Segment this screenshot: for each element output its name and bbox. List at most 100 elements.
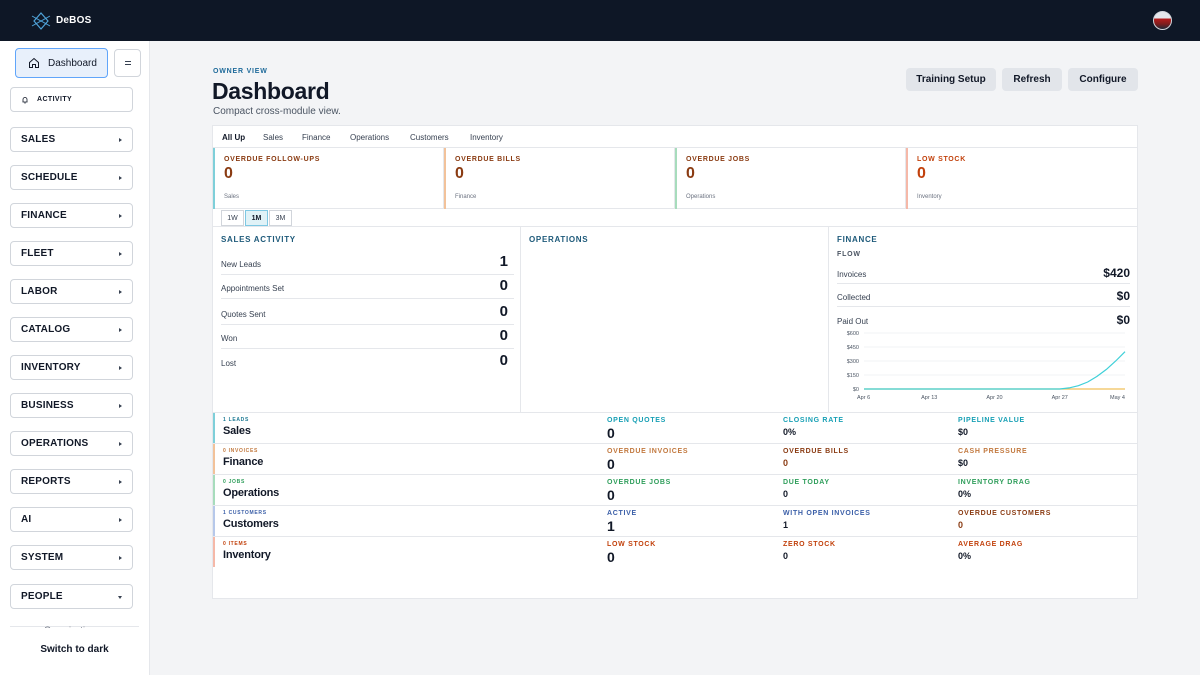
module-count: 0 JOBS bbox=[223, 479, 245, 485]
sidebar-item-fleet[interactable]: FLEET bbox=[10, 241, 133, 266]
sidebar-item-label: OPERATIONS bbox=[21, 438, 89, 449]
sidebar-item-label: FLEET bbox=[21, 248, 54, 259]
list-item: Appointments Set 0 bbox=[221, 275, 514, 299]
kpi-module: Inventory bbox=[917, 194, 942, 200]
sidebar-item-finance[interactable]: FINANCE bbox=[10, 203, 133, 228]
sidebar-item-labor[interactable]: LABOR bbox=[10, 279, 133, 304]
table-row[interactable]: 0 INVOICES Finance OVERDUE INVOICES 0 OVE… bbox=[213, 444, 1137, 475]
dashboard-panel: All Up Sales Finance Operations Customer… bbox=[212, 125, 1138, 599]
kpi-card[interactable]: OVERDUE JOBS 0 Operations bbox=[675, 148, 906, 209]
menu-icon bbox=[124, 61, 131, 65]
table-row[interactable]: 0 JOBS Operations OVERDUE JOBS 0 DUE TODA… bbox=[213, 475, 1137, 506]
tab-inventory[interactable]: Inventory bbox=[470, 133, 503, 142]
sidebar-item-sales[interactable]: SALES bbox=[10, 127, 133, 152]
sidebar-item-operations[interactable]: OPERATIONS bbox=[10, 431, 133, 456]
table-row[interactable]: 1 CUSTOMERS Customers ACTIVE 1 WITH OPEN … bbox=[213, 506, 1137, 537]
metric-value: 0 bbox=[783, 458, 789, 468]
table-row[interactable]: 1 LEADS Sales OPEN QUOTES 0 CLOSING RATE 0… bbox=[213, 413, 1137, 444]
switch-theme-button[interactable]: Switch to dark bbox=[10, 644, 139, 655]
kpi-value: 0 bbox=[224, 165, 233, 182]
sidebar-activity-button[interactable]: ACTIVITY bbox=[10, 87, 133, 112]
module-tabs: All Up Sales Finance Operations Customer… bbox=[213, 126, 1137, 148]
brand-logo-icon bbox=[31, 11, 51, 30]
metric-value: 0 bbox=[607, 487, 615, 503]
metric-label: ACTIVE bbox=[607, 510, 637, 517]
sidebar-item-label: AI bbox=[21, 514, 32, 525]
sidebar-item-ai[interactable]: AI bbox=[10, 507, 133, 532]
metric-value: 0 bbox=[607, 425, 615, 441]
refresh-button[interactable]: Refresh bbox=[1002, 68, 1062, 91]
table-row[interactable]: 0 ITEMS Inventory LOW STOCK 0 ZERO STOCK 0… bbox=[213, 537, 1137, 568]
sidebar-item-business[interactable]: BUSINESS bbox=[10, 393, 133, 418]
chevron-down-icon bbox=[118, 596, 122, 599]
x-tick-label: May 4 bbox=[1110, 395, 1125, 401]
module-count: 0 ITEMS bbox=[223, 541, 248, 547]
module-accent-bar bbox=[213, 444, 215, 474]
tab-finance[interactable]: Finance bbox=[302, 133, 330, 142]
sidebar-item-people[interactable]: PEOPLE bbox=[10, 584, 133, 609]
metric-label: DUE TODAY bbox=[783, 479, 830, 486]
user-avatar[interactable] bbox=[1153, 11, 1172, 30]
sidebar-item-reports[interactable]: REPORTS bbox=[10, 469, 133, 494]
chevron-right-icon bbox=[119, 480, 122, 484]
sidebar-item-inventory[interactable]: INVENTORY bbox=[10, 355, 133, 380]
module-name: Sales bbox=[223, 425, 251, 437]
metric-label: CLOSING RATE bbox=[783, 417, 844, 424]
finance-row-value: $420 bbox=[1103, 266, 1130, 280]
y-tick-label: $150 bbox=[847, 373, 859, 379]
metric-value: 0 bbox=[607, 456, 615, 472]
finance-title: FINANCE bbox=[837, 235, 878, 244]
metric-value: 0 bbox=[783, 551, 789, 561]
kpi-label: LOW STOCK bbox=[917, 156, 966, 163]
sidebar-collapse-button[interactable] bbox=[114, 49, 141, 77]
bell-icon bbox=[22, 96, 28, 103]
kpi-accent-bar bbox=[906, 148, 908, 209]
sidebar-dashboard-button[interactable]: Dashboard bbox=[15, 48, 108, 78]
sales-row-value: 0 bbox=[499, 327, 508, 344]
chevron-right-icon bbox=[119, 404, 122, 408]
sidebar-item-system[interactable]: SYSTEM bbox=[10, 545, 133, 570]
sidebar-peek-item: Organization bbox=[44, 624, 95, 628]
operations-title: OPERATIONS bbox=[529, 235, 589, 244]
kpi-label: OVERDUE FOLLOW-UPS bbox=[224, 156, 321, 163]
kpi-card[interactable]: OVERDUE BILLS 0 Finance bbox=[444, 148, 675, 209]
metric-label: ZERO STOCK bbox=[783, 541, 836, 548]
module-accent-bar bbox=[213, 475, 215, 505]
kpi-card[interactable]: OVERDUE FOLLOW-UPS 0 Sales bbox=[213, 148, 444, 209]
sidebar: Dashboard ACTIVITY SALES SCHEDULE FINANC… bbox=[0, 41, 150, 675]
kpi-value: 0 bbox=[917, 165, 926, 182]
sales-activity-title: SALES ACTIVITY bbox=[221, 235, 296, 244]
metric-value: 0% bbox=[958, 489, 972, 499]
configure-button[interactable]: Configure bbox=[1068, 68, 1138, 91]
sidebar-item-schedule[interactable]: SCHEDULE bbox=[10, 165, 133, 190]
finance-row-label: Invoices bbox=[837, 270, 867, 279]
brand[interactable]: DeBOS bbox=[30, 11, 91, 31]
chevron-right-icon bbox=[119, 290, 122, 294]
kpi-value: 0 bbox=[455, 165, 464, 182]
finance-row-label: Collected bbox=[837, 293, 871, 302]
metric-value: $0 bbox=[958, 458, 969, 468]
top-bar: DeBOS bbox=[0, 0, 1200, 41]
tab-operations[interactable]: Operations bbox=[350, 133, 389, 142]
metric-value: $0 bbox=[958, 427, 969, 437]
sidebar-item-label: SYSTEM bbox=[21, 552, 64, 563]
chevron-right-icon bbox=[119, 214, 122, 218]
training-setup-button[interactable]: Training Setup bbox=[906, 68, 996, 91]
tab-customers[interactable]: Customers bbox=[410, 133, 449, 142]
kpi-accent-bar bbox=[675, 148, 677, 209]
range-1w-button[interactable]: 1W bbox=[221, 210, 244, 226]
list-item: Lost 0 bbox=[221, 349, 514, 373]
metric-value: 0 bbox=[607, 549, 615, 565]
range-1m-button[interactable]: 1M bbox=[245, 210, 268, 226]
sidebar-item-catalog[interactable]: CATALOG bbox=[10, 317, 133, 342]
tab-sales[interactable]: Sales bbox=[263, 133, 283, 142]
tab-all-up[interactable]: All Up bbox=[222, 133, 245, 142]
metric-label: OVERDUE INVOICES bbox=[607, 448, 689, 455]
finance-row-value: $0 bbox=[1116, 313, 1130, 327]
page-eyebrow: OWNER VIEW bbox=[213, 68, 268, 75]
kpi-card[interactable]: LOW STOCK 0 Inventory bbox=[906, 148, 1137, 209]
range-selector: 1W 1M 3M bbox=[213, 209, 1137, 227]
sidebar-item-label: REPORTS bbox=[21, 476, 71, 487]
y-tick-label: $600 bbox=[847, 331, 859, 337]
range-3m-button[interactable]: 3M bbox=[269, 210, 292, 226]
